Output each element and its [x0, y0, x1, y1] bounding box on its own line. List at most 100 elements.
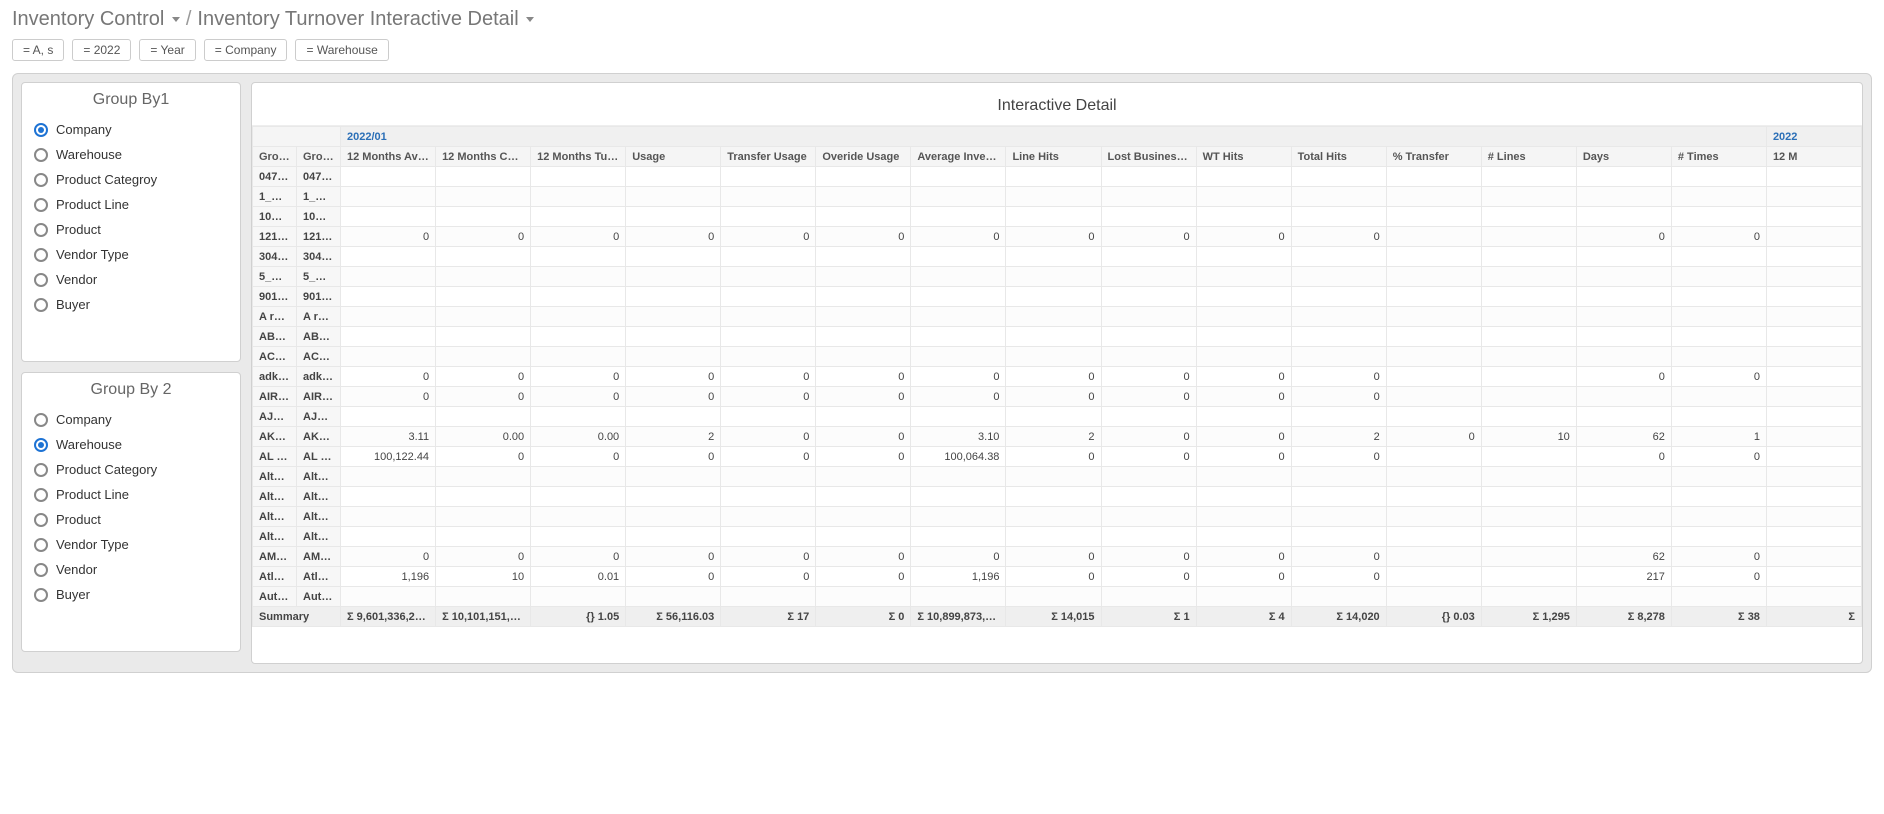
table-row[interactable]: 1_MID coast1_MID coast — [253, 187, 1862, 207]
cell-value — [626, 467, 721, 487]
col-header[interactable]: WT Hits — [1196, 147, 1291, 167]
radio-icon — [34, 463, 48, 477]
filter-chip[interactable]: = 2022 — [72, 39, 131, 61]
cell-value: 1,196 — [341, 567, 436, 587]
breadcrumb-parent[interactable]: Inventory Control — [12, 8, 180, 31]
radio-icon — [34, 538, 48, 552]
table-row[interactable]: 047 LOCKE SUPPLY-...047 LOCKE SUPPL... — [253, 167, 1862, 187]
radio-option[interactable]: Vendor — [22, 557, 240, 582]
cell-value — [1006, 327, 1101, 347]
cell-value — [1101, 207, 1196, 227]
cell-value: 0 — [626, 367, 721, 387]
group-by-2-list[interactable]: CompanyWarehouseProduct CategoryProduct … — [22, 405, 240, 651]
table-row[interactable]: adk storesadk stores0000000000000 — [253, 367, 1862, 387]
table-row[interactable]: 1212WareHouse1212WareHouse0000000000000 — [253, 227, 1862, 247]
summary-cell: Σ 14,020 — [1291, 607, 1386, 627]
cell-value — [1291, 467, 1386, 487]
table-row[interactable]: ACHMACHM — [253, 347, 1862, 367]
table-row[interactable]: 304ware304ware — [253, 247, 1862, 267]
table-row[interactable]: AML Test WarehouseAML Test Wareho...0000… — [253, 547, 1862, 567]
filter-chip[interactable]: = A, s — [12, 39, 64, 61]
filter-chip[interactable]: = Company — [204, 39, 288, 61]
table-row[interactable]: Atlanta WarehouseAtlanta Warehouse1,1961… — [253, 567, 1862, 587]
radio-label: Vendor Type — [56, 537, 129, 552]
radio-label: Warehouse — [56, 147, 122, 162]
col-header[interactable]: Total Hits — [1291, 147, 1386, 167]
radio-icon — [34, 223, 48, 237]
cell-value — [1386, 467, 1481, 487]
col-header[interactable]: Overide Usage — [816, 147, 911, 167]
cell-value — [1386, 387, 1481, 407]
col-header[interactable]: Line Hits — [1006, 147, 1101, 167]
table-row[interactable]: Alternate Whse test ...Alternate Whse te… — [253, 527, 1862, 547]
cell-value — [1766, 427, 1861, 447]
filter-chip[interactable]: = Year — [139, 39, 195, 61]
table-row[interactable]: Alternate Warehous...Alternate Wareho... — [253, 467, 1862, 487]
col-header[interactable]: 12 M — [1766, 147, 1861, 167]
col-header[interactable]: Days — [1576, 147, 1671, 167]
radio-option[interactable]: Buyer — [22, 292, 240, 317]
col-header[interactable]: Average Inventory — [911, 147, 1006, 167]
radio-option[interactable]: Warehouse — [22, 142, 240, 167]
radio-option[interactable]: Product Category — [22, 457, 240, 482]
col-header[interactable]: 12 Months Avg In... — [341, 147, 436, 167]
table-row[interactable]: AL whseAL whse100,122.4400000100,064.380… — [253, 447, 1862, 467]
table-row[interactable]: 5_MC_PULL5_MC_PULL — [253, 267, 1862, 287]
cell-value — [341, 407, 436, 427]
table-row[interactable]: AIR INDIAAIR INDIA00000000000 — [253, 387, 1862, 407]
col-header[interactable]: Lost Business Hits — [1101, 147, 1196, 167]
cell-value: 0 — [1671, 367, 1766, 387]
radio-option[interactable]: Vendor Type — [22, 532, 240, 557]
col-header[interactable]: # Times — [1671, 147, 1766, 167]
radio-option[interactable]: Product Line — [22, 192, 240, 217]
cell-value — [1671, 307, 1766, 327]
col-header[interactable]: Transfer Usage — [721, 147, 816, 167]
table-row[interactable]: ABCDTestABCDTest — [253, 327, 1862, 347]
table-row[interactable]: Automation Wareho...Automation Ware... — [253, 587, 1862, 607]
radio-option[interactable]: Warehouse — [22, 432, 240, 457]
radio-option[interactable]: Vendor Type — [22, 242, 240, 267]
radio-option[interactable]: Product — [22, 507, 240, 532]
col-header[interactable]: % Transfer — [1386, 147, 1481, 167]
period-header-2[interactable]: 2022 — [1766, 127, 1861, 147]
cell-value — [626, 187, 721, 207]
radio-option[interactable]: Product Line — [22, 482, 240, 507]
cell-value — [1291, 327, 1386, 347]
cell-value — [1481, 487, 1576, 507]
radio-option[interactable]: Company — [22, 407, 240, 432]
radio-option[interactable]: Product — [22, 217, 240, 242]
table-row[interactable]: AJ01_OEET_Wareho...AJ01_OEET_Ware... — [253, 407, 1862, 427]
table-row[interactable]: Alternate Warehous...Alternate Wareho... — [253, 487, 1862, 507]
table-row[interactable]: 10B Warehouse10B Warehouse — [253, 207, 1862, 227]
col-header[interactable]: 12 Months COGS — [436, 147, 531, 167]
radio-option[interactable]: Product Categroy — [22, 167, 240, 192]
radio-option[interactable]: Buyer — [22, 582, 240, 607]
cell-value — [721, 287, 816, 307]
cell-value: 0 — [911, 367, 1006, 387]
table-row[interactable]: AKJ_WarehouseAKJ_Warehouse3.110.000.0020… — [253, 427, 1862, 447]
col-header[interactable]: 12 Months Turns — [531, 147, 626, 167]
cell-value: 0 — [721, 447, 816, 467]
radio-option[interactable]: Vendor — [22, 267, 240, 292]
table-row[interactable]: 901 LOCKE SUPLY901 LOCKE SUPLY — [253, 287, 1862, 307]
breadcrumb-current[interactable]: Inventory Turnover Interactive Detail — [197, 8, 534, 31]
radio-option[interactable]: Company — [22, 117, 240, 142]
filter-chip[interactable]: = Warehouse — [295, 39, 388, 61]
period-header[interactable]: 2022/01 — [341, 127, 1767, 147]
cell-value — [1291, 287, 1386, 307]
table-row[interactable]: Alternate Whse Test...Alternate Whse T..… — [253, 507, 1862, 527]
radio-label: Vendor — [56, 562, 97, 577]
detail-table-scroll[interactable]: 2022/012022Group By 1Group By 212 Months… — [252, 125, 1862, 663]
group-by-1-list[interactable]: Company Warehouse Product CategroyProduct … — [22, 115, 240, 361]
cell-value — [1671, 587, 1766, 607]
cell-value — [911, 267, 1006, 287]
col-header[interactable]: # Lines — [1481, 147, 1576, 167]
table-row[interactable]: A really really big w...A really really … — [253, 307, 1862, 327]
cell-value: 0 — [1291, 547, 1386, 567]
col-header[interactable]: Group By 1 — [253, 147, 297, 167]
col-header[interactable]: Usage — [626, 147, 721, 167]
radio-label: Product — [56, 512, 101, 527]
col-header[interactable]: Group By 2 — [297, 147, 341, 167]
cell-value — [341, 487, 436, 507]
cell-value — [531, 247, 626, 267]
